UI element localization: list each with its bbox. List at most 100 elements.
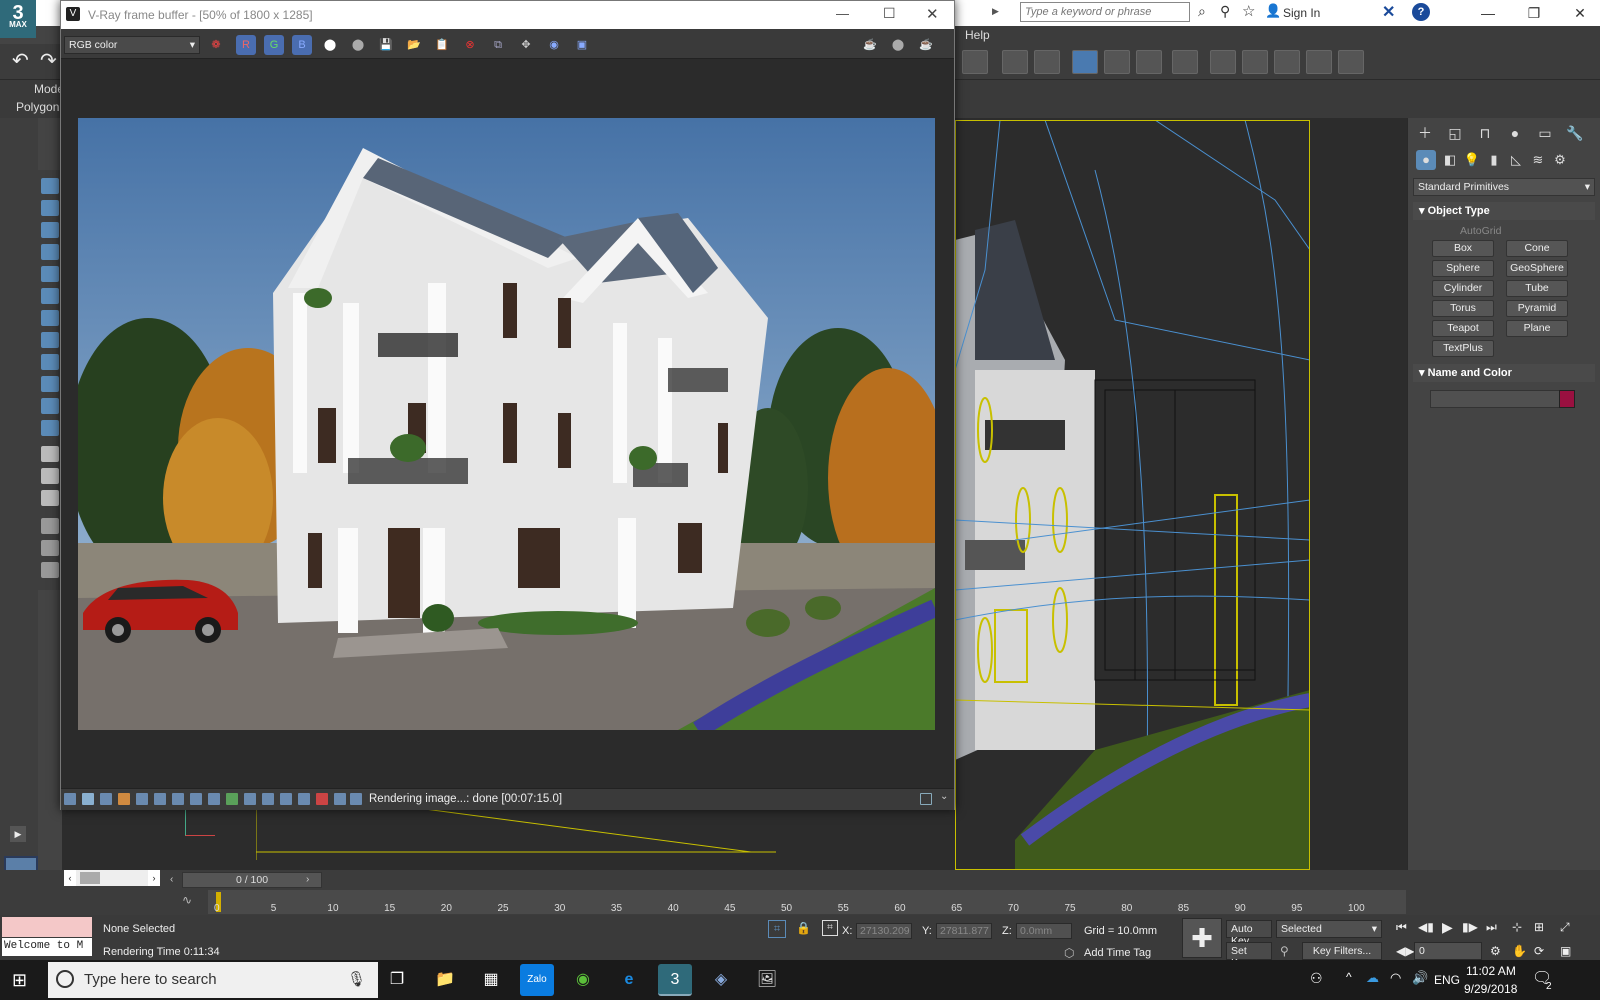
- object-type-rollout[interactable]: ▾ Object Type: [1413, 202, 1595, 220]
- list-shortcut-icon[interactable]: [41, 446, 59, 462]
- hierarchy-tab-icon[interactable]: ⊓: [1474, 122, 1496, 144]
- toggle-ribbon-icon[interactable]: [1072, 50, 1098, 74]
- save-image-icon[interactable]: 💾: [376, 35, 396, 55]
- render-production-icon[interactable]: [1274, 50, 1300, 74]
- curve-editor-mini-icon[interactable]: ∿: [182, 893, 192, 907]
- isolate-selection-icon[interactable]: ⌗: [768, 920, 786, 938]
- next-frame-icon[interactable]: ▮▶: [1462, 920, 1478, 934]
- vfb-display-correction-icon[interactable]: [82, 793, 94, 805]
- redo-icon[interactable]: ↷: [40, 48, 57, 73]
- rendered-villa-image[interactable]: [78, 118, 935, 730]
- render-setup-icon[interactable]: [1210, 50, 1236, 74]
- key-filters-button[interactable]: Key Filters...: [1302, 942, 1382, 960]
- photos-icon[interactable]: 🖼: [750, 964, 784, 996]
- time-slider[interactable]: 0 / 100: [182, 872, 322, 888]
- cameras-category-icon[interactable]: ▮: [1484, 150, 1504, 170]
- mono-icon[interactable]: ⬤: [348, 35, 368, 55]
- autodesk-x-icon[interactable]: ✕: [1382, 2, 1395, 22]
- z-coordinate-field[interactable]: 0.0mm: [1016, 923, 1072, 939]
- eye-shortcut-icon[interactable]: [41, 420, 59, 436]
- helpers-shortcut-icon[interactable]: [41, 266, 59, 282]
- play-icon[interactable]: ▶: [1442, 919, 1453, 936]
- vfb-lut-icon[interactable]: [226, 793, 238, 805]
- vfb-exposure-icon[interactable]: [190, 793, 202, 805]
- box-shortcut-icon[interactable]: [41, 468, 59, 484]
- horizontal-scrollbar[interactable]: [76, 870, 148, 886]
- time-config-icon[interactable]: ⚙: [1490, 944, 1501, 958]
- vfb-lens-effects-icon[interactable]: [118, 793, 130, 805]
- current-frame-field[interactable]: 0: [1414, 942, 1482, 960]
- vfb-ab-icon[interactable]: [316, 793, 328, 805]
- maximize-viewport-icon[interactable]: ⤢: [1560, 920, 1570, 935]
- set-key-button[interactable]: Set Key: [1226, 942, 1272, 969]
- stop-render-icon[interactable]: ⬤: [888, 35, 908, 55]
- textplus-button[interactable]: TextPlus: [1432, 340, 1494, 357]
- maxscript-welcome-field[interactable]: Welcome to M: [2, 938, 92, 956]
- geosphere-button[interactable]: GeoSphere: [1506, 260, 1568, 277]
- box-button[interactable]: Box: [1432, 240, 1494, 257]
- vfb-white-balance-icon[interactable]: [208, 793, 220, 805]
- vfb-history-icon[interactable]: [64, 793, 76, 805]
- time-tag-icon[interactable]: ⬡: [1064, 946, 1074, 960]
- helpers-category-icon[interactable]: ◺: [1506, 150, 1526, 170]
- object-color-swatch[interactable]: [1559, 390, 1575, 408]
- network-icon[interactable]: ◠: [1390, 970, 1401, 986]
- render-channel-dropdown[interactable]: RGB color ▾: [64, 36, 200, 54]
- coccoc-browser-icon[interactable]: ◉: [566, 964, 600, 996]
- menu-item-help[interactable]: Help: [965, 26, 990, 44]
- sign-in-link[interactable]: Sign In: [1283, 6, 1320, 20]
- time-slider-next-icon[interactable]: ›: [306, 874, 309, 885]
- pan-icon[interactable]: ✋: [1512, 944, 1527, 958]
- filter-icon[interactable]: [41, 518, 59, 534]
- vfb-hsv-icon[interactable]: [280, 793, 292, 805]
- autogrid-checkbox[interactable]: AutoGrid: [1460, 225, 1501, 237]
- taskbar-search-box[interactable]: Type here to search 🎙: [48, 962, 378, 998]
- shapes-category-icon[interactable]: ◧: [1440, 150, 1460, 170]
- dope-sheet-icon[interactable]: [1136, 50, 1162, 74]
- sketch-app-icon[interactable]: ◈: [704, 964, 738, 996]
- layer-list-icon[interactable]: [962, 50, 988, 74]
- teapot-button[interactable]: Teapot: [1432, 320, 1494, 337]
- vfb-minimize-button[interactable]: —: [836, 6, 849, 21]
- edge-browser-icon[interactable]: e: [612, 964, 646, 996]
- onedrive-icon[interactable]: ☁: [1366, 970, 1379, 986]
- goto-start-icon[interactable]: ⏮: [1396, 920, 1407, 935]
- add-time-tag-button[interactable]: Add Time Tag: [1084, 947, 1151, 959]
- track-mouse-icon[interactable]: ✥: [516, 35, 536, 55]
- blue-channel-button[interactable]: B: [292, 35, 312, 55]
- modify-tab-icon[interactable]: ◱: [1444, 122, 1466, 144]
- vfb-stamp-icon[interactable]: [334, 793, 346, 805]
- funnel-icon[interactable]: [41, 540, 59, 556]
- lights-category-icon[interactable]: 💡: [1462, 150, 1482, 170]
- load-image-icon[interactable]: 📂: [404, 35, 424, 55]
- absolute-mode-icon[interactable]: ⌗: [822, 920, 838, 936]
- cone-button[interactable]: Cone: [1506, 240, 1568, 257]
- zoom-all-icon[interactable]: ⊞: [1534, 920, 1544, 934]
- vfb-levels-icon[interactable]: [154, 793, 166, 805]
- key-mode-toggle-icon[interactable]: ◀▶: [1396, 944, 1414, 958]
- windows-start-icon[interactable]: ⊞: [12, 970, 27, 991]
- render-iterative-icon[interactable]: [1306, 50, 1332, 74]
- object-name-field[interactable]: [1430, 390, 1560, 408]
- motion-tab-icon[interactable]: ●: [1504, 122, 1526, 144]
- duplicate-to-max-vfb-icon[interactable]: ⧉: [488, 35, 508, 55]
- green-channel-button[interactable]: G: [264, 35, 284, 55]
- layer-explorer-icon[interactable]: [1034, 50, 1060, 74]
- clock-date[interactable]: 9/29/2018: [1464, 982, 1517, 996]
- help-icon[interactable]: ?: [1412, 3, 1430, 21]
- display-tab-icon[interactable]: ▭: [1534, 122, 1556, 144]
- vfb-ocio-icon[interactable]: [262, 793, 274, 805]
- search-dropdown-arrow[interactable]: ▶: [992, 6, 999, 17]
- language-indicator[interactable]: ENG: [1434, 973, 1460, 987]
- name-and-color-rollout[interactable]: ▾ Name and Color: [1413, 364, 1595, 382]
- volume-icon[interactable]: 🔊: [1412, 970, 1428, 986]
- people-icon[interactable]: ⚇: [1310, 970, 1323, 987]
- zalo-icon[interactable]: Zalo: [520, 964, 554, 996]
- calculator-icon[interactable]: ▦: [474, 964, 508, 996]
- zoom-icon[interactable]: ⊹: [1512, 920, 1522, 934]
- fov-icon[interactable]: ▣: [1560, 944, 1571, 958]
- orbit-icon[interactable]: ⟳: [1534, 944, 1544, 958]
- exchange-icon[interactable]: ⚲: [1220, 3, 1230, 20]
- scroll-right-arrow-icon[interactable]: ›: [148, 870, 160, 886]
- notes-shortcut-icon[interactable]: [41, 490, 59, 506]
